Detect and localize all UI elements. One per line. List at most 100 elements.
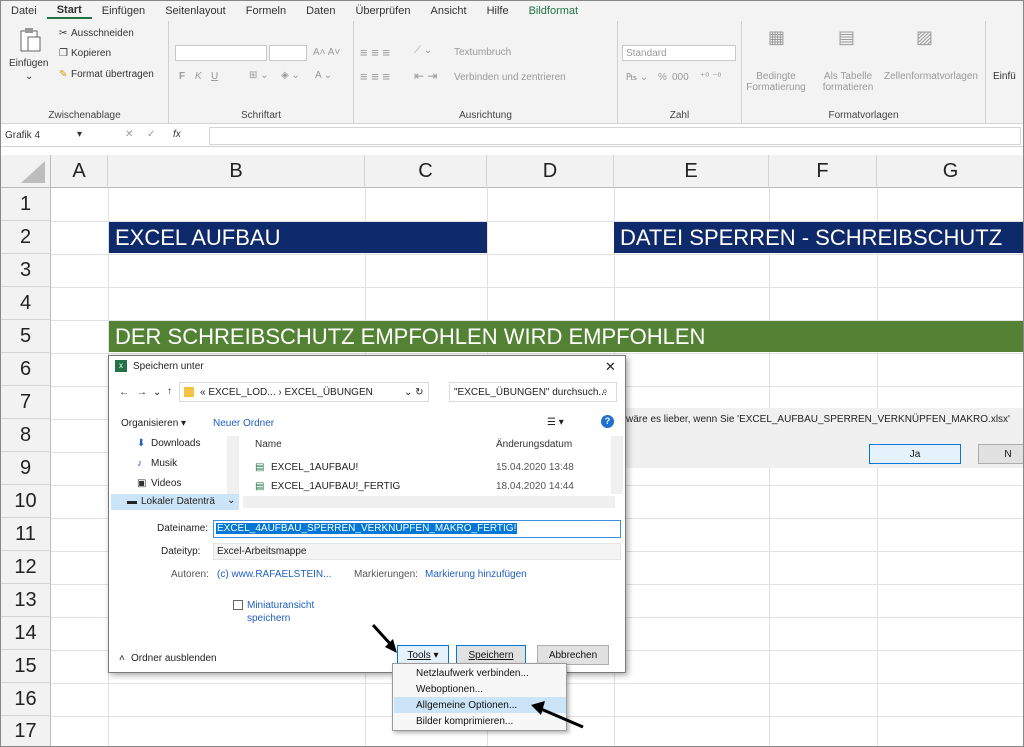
conditional-format-button[interactable]: Bedingte Formatierung <box>746 71 806 93</box>
paste-button[interactable]: Einfügen <box>9 58 48 69</box>
align-top-icon[interactable]: ≡ ≡ ≡ <box>360 45 390 60</box>
menu-item-bilder-komprimieren[interactable]: Bilder komprimieren... <box>394 713 566 729</box>
authors-value[interactable]: (c) www.RAFAELSTEIN... <box>217 569 331 580</box>
row-header-13[interactable]: 13 <box>1 584 51 617</box>
row-header-14[interactable]: 14 <box>1 617 51 650</box>
nav-item-musik[interactable]: Musik <box>151 458 177 469</box>
col-header-a[interactable]: A <box>51 155 108 188</box>
align-left-icon[interactable]: ≡ ≡ ≡ <box>360 69 390 84</box>
banner-datei-sperren[interactable]: DATEI SPERREN - SCHREIBSCHUTZ <box>614 222 1023 253</box>
tab-datei[interactable]: Datei <box>1 5 47 17</box>
row-header-2[interactable]: 2 <box>1 221 51 254</box>
close-icon[interactable]: ✕ <box>605 359 616 375</box>
name-box[interactable]: Grafik 4 <box>5 130 40 141</box>
bold-button[interactable]: F <box>179 71 185 82</box>
indent-icon[interactable]: ⇤ ⇥ <box>414 69 437 83</box>
row-header-3[interactable]: 3 <box>1 254 51 287</box>
border-icon[interactable]: ⊞ ⌄ <box>249 70 269 81</box>
banner-excel-aufbau[interactable]: EXCEL AUFBAU <box>109 222 487 253</box>
formula-input[interactable] <box>209 127 1021 145</box>
recent-icon[interactable]: ⌄ <box>153 387 161 398</box>
row-header-16[interactable]: 16 <box>1 683 51 716</box>
function-icon[interactable]: fx <box>173 129 181 140</box>
tab-seitenlayout[interactable]: Seitenlayout <box>155 5 236 17</box>
search-input[interactable]: "EXCEL_ÜBUNGEN" durchsuch... ⌕ <box>449 382 617 402</box>
currency-icon[interactable]: ₧ ⌄ <box>626 72 648 83</box>
menu-item-weboptionen[interactable]: Weboptionen... <box>394 681 566 697</box>
wrap-text-button[interactable]: Textumbruch <box>454 47 511 58</box>
nav-item-videos[interactable]: Videos <box>151 478 181 489</box>
col-header-c[interactable]: C <box>365 155 487 188</box>
cancel-button[interactable]: Abbrechen <box>537 645 609 665</box>
row-header-17[interactable]: 17 <box>1 716 51 746</box>
tab-daten[interactable]: Daten <box>296 5 345 17</box>
search-icon[interactable]: ⌕ <box>602 386 608 397</box>
chevron-down-icon[interactable]: ⌄ <box>25 71 33 82</box>
row-header-9[interactable]: 9 <box>1 452 51 485</box>
insert-cells-button[interactable]: Einfü <box>993 71 1016 82</box>
row-header-7[interactable]: 7 <box>1 386 51 419</box>
filetype-select[interactable]: Excel-Arbeitsmappe <box>213 543 621 560</box>
tab-bildformat[interactable]: Bildformat <box>519 5 589 17</box>
tab-ueberpruefen[interactable]: Überprüfen <box>345 5 420 17</box>
fill-color-icon[interactable]: ◈ ⌄ <box>281 70 300 81</box>
font-grow-icon[interactable]: A˄ A˅ <box>313 47 340 58</box>
row-header-10[interactable]: 10 <box>1 485 51 518</box>
nav-item-downloads[interactable]: Downloads <box>151 438 200 449</box>
menu-item-allgemeine-optionen[interactable]: Allgemeine Optionen... <box>394 697 566 713</box>
chevron-down-icon[interactable]: ▾ <box>77 129 82 140</box>
organize-button[interactable]: Organisieren ▾ <box>121 418 186 429</box>
col-header-f[interactable]: F <box>769 155 877 188</box>
thumbnail-checkbox[interactable] <box>233 600 243 610</box>
paste-icon[interactable] <box>19 27 41 53</box>
save-button[interactable]: Speichern <box>456 645 526 665</box>
tab-start[interactable]: Start <box>46 4 92 19</box>
font-family-select[interactable] <box>175 45 267 61</box>
horizontal-scrollbar[interactable] <box>243 496 615 508</box>
yes-button[interactable]: Ja <box>869 444 961 464</box>
nav-scrollbar[interactable] <box>227 436 239 494</box>
row-header-5[interactable]: 5 <box>1 320 51 353</box>
copy-button[interactable]: Kopieren <box>71 48 111 59</box>
underline-button[interactable]: U <box>211 71 218 82</box>
orientation-icon[interactable]: ⟋ ⌄ <box>414 45 432 56</box>
col-header-b[interactable]: B <box>108 155 365 188</box>
thousands-button[interactable]: 000 <box>672 72 689 83</box>
chevron-up-icon[interactable]: ˄ <box>119 653 125 664</box>
tags-value[interactable]: Markierung hinzufügen <box>425 569 527 580</box>
file-name[interactable]: EXCEL_1AUFBAU!_FERTIG <box>271 481 400 492</box>
font-size-select[interactable] <box>269 45 307 61</box>
no-button[interactable]: N <box>978 444 1023 464</box>
format-painter-button[interactable]: Format übertragen <box>71 69 154 80</box>
column-date-header[interactable]: Änderungsdatum <box>496 439 572 450</box>
back-icon[interactable]: ← <box>119 387 129 398</box>
nav-item-local-disk[interactable]: ▬ Lokaler Datenträ ⌄ <box>111 494 239 510</box>
menu-item-netzlaufwerk[interactable]: Netzlaufwerk verbinden... <box>394 665 566 681</box>
banner-schreibschutz[interactable]: DER SCHREIBSCHUTZ EMPFOHLEN WIRD EMPFOHL… <box>109 321 1023 352</box>
file-name[interactable]: EXCEL_1AUFBAU! <box>271 462 358 473</box>
cut-button[interactable]: Ausschneiden <box>71 28 134 39</box>
row-header-8[interactable]: 8 <box>1 419 51 452</box>
col-header-g[interactable]: G <box>877 155 1023 188</box>
row-header-15[interactable]: 15 <box>1 650 51 683</box>
row-header-11[interactable]: 11 <box>1 518 51 551</box>
view-icon[interactable]: ☰ ▾ <box>547 417 564 428</box>
tab-ansicht[interactable]: Ansicht <box>420 5 476 17</box>
file-list-scrollbar[interactable] <box>611 436 623 494</box>
italic-button[interactable]: K <box>195 71 202 82</box>
percent-button[interactable]: % <box>658 72 667 83</box>
font-color-icon[interactable]: A ⌄ <box>315 70 332 81</box>
tab-hilfe[interactable]: Hilfe <box>477 5 519 17</box>
select-all-corner[interactable] <box>1 155 51 188</box>
row-header-6[interactable]: 6 <box>1 353 51 386</box>
refresh-icon[interactable]: ⌄ ↻ <box>404 387 424 398</box>
new-folder-button[interactable]: Neuer Ordner <box>213 418 274 429</box>
cancel-icon[interactable]: ✕ <box>125 129 133 140</box>
tab-einfuegen[interactable]: Einfügen <box>92 5 155 17</box>
address-bar[interactable]: « EXCEL_LOD... › EXCEL_ÜBUNGEN ⌄ ↻ <box>179 382 429 402</box>
row-header-12[interactable]: 12 <box>1 551 51 584</box>
tools-button[interactable]: Tools ▾ <box>397 645 449 665</box>
cell-styles-button[interactable]: Zellenformatvorlagen <box>884 71 978 82</box>
column-name-header[interactable]: Name <box>255 439 282 450</box>
row-header-4[interactable]: 4 <box>1 287 51 320</box>
